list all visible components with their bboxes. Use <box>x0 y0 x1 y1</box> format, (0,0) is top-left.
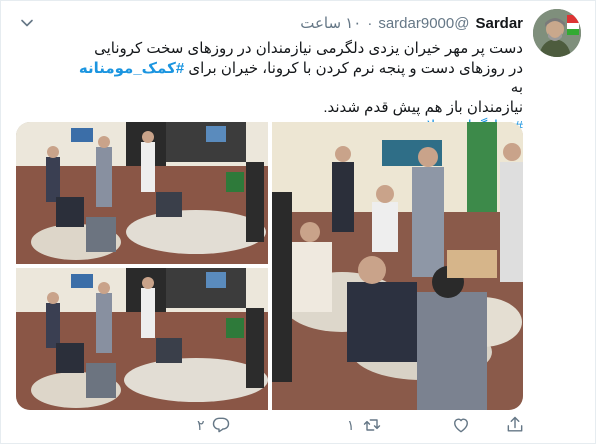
media-grid <box>16 122 523 410</box>
tweet-text-line: نیازمندان باز هم پیش قدم شدند. <box>323 98 523 116</box>
reply-icon <box>212 417 229 433</box>
author-name[interactable]: Sardar <box>475 15 523 32</box>
tweet-text-fragment: در روزهای دست و پنجه نرم کردن با کرونا، … <box>184 59 523 77</box>
heart-icon <box>454 418 468 433</box>
tweet-text-fragment: به <box>510 79 523 96</box>
retweet-count: ۱ <box>347 416 355 433</box>
tweet-text-line: دست پر مهر خیران یزدی دلگرمی نیازمندان د… <box>94 40 523 57</box>
share-button[interactable] <box>505 415 525 435</box>
media-photo[interactable] <box>272 122 523 410</box>
chevron-down-icon[interactable] <box>19 15 35 31</box>
author-handle[interactable]: @sardar9000 <box>378 15 469 32</box>
media-photo[interactable] <box>16 122 268 264</box>
like-button[interactable] <box>445 415 471 435</box>
reply-button[interactable]: ۲ <box>197 415 231 435</box>
media-photo[interactable] <box>16 268 268 410</box>
share-icon <box>507 416 523 432</box>
tweet-actions: ۲ ۱ <box>1 415 596 441</box>
header-separator: · <box>367 14 373 32</box>
tweet-card[interactable]: Sardar @sardar9000 · ۱۰ ساعت دست پر مهر … <box>0 0 596 444</box>
hashtag-link[interactable]: #کمک_مومنانه <box>79 60 184 77</box>
avatar[interactable] <box>533 9 581 57</box>
tweet-text-line: در روزهای دست و پنجه نرم کردن با کرونا، … <box>68 59 523 98</box>
retweet-icon <box>363 419 380 431</box>
retweet-button[interactable]: ۱ <box>347 415 383 435</box>
tweet-header: Sardar @sardar9000 · ۱۰ ساعت <box>300 13 523 33</box>
tweet-time[interactable]: ۱۰ ساعت <box>300 14 361 32</box>
reply-count: ۲ <box>197 416 205 433</box>
